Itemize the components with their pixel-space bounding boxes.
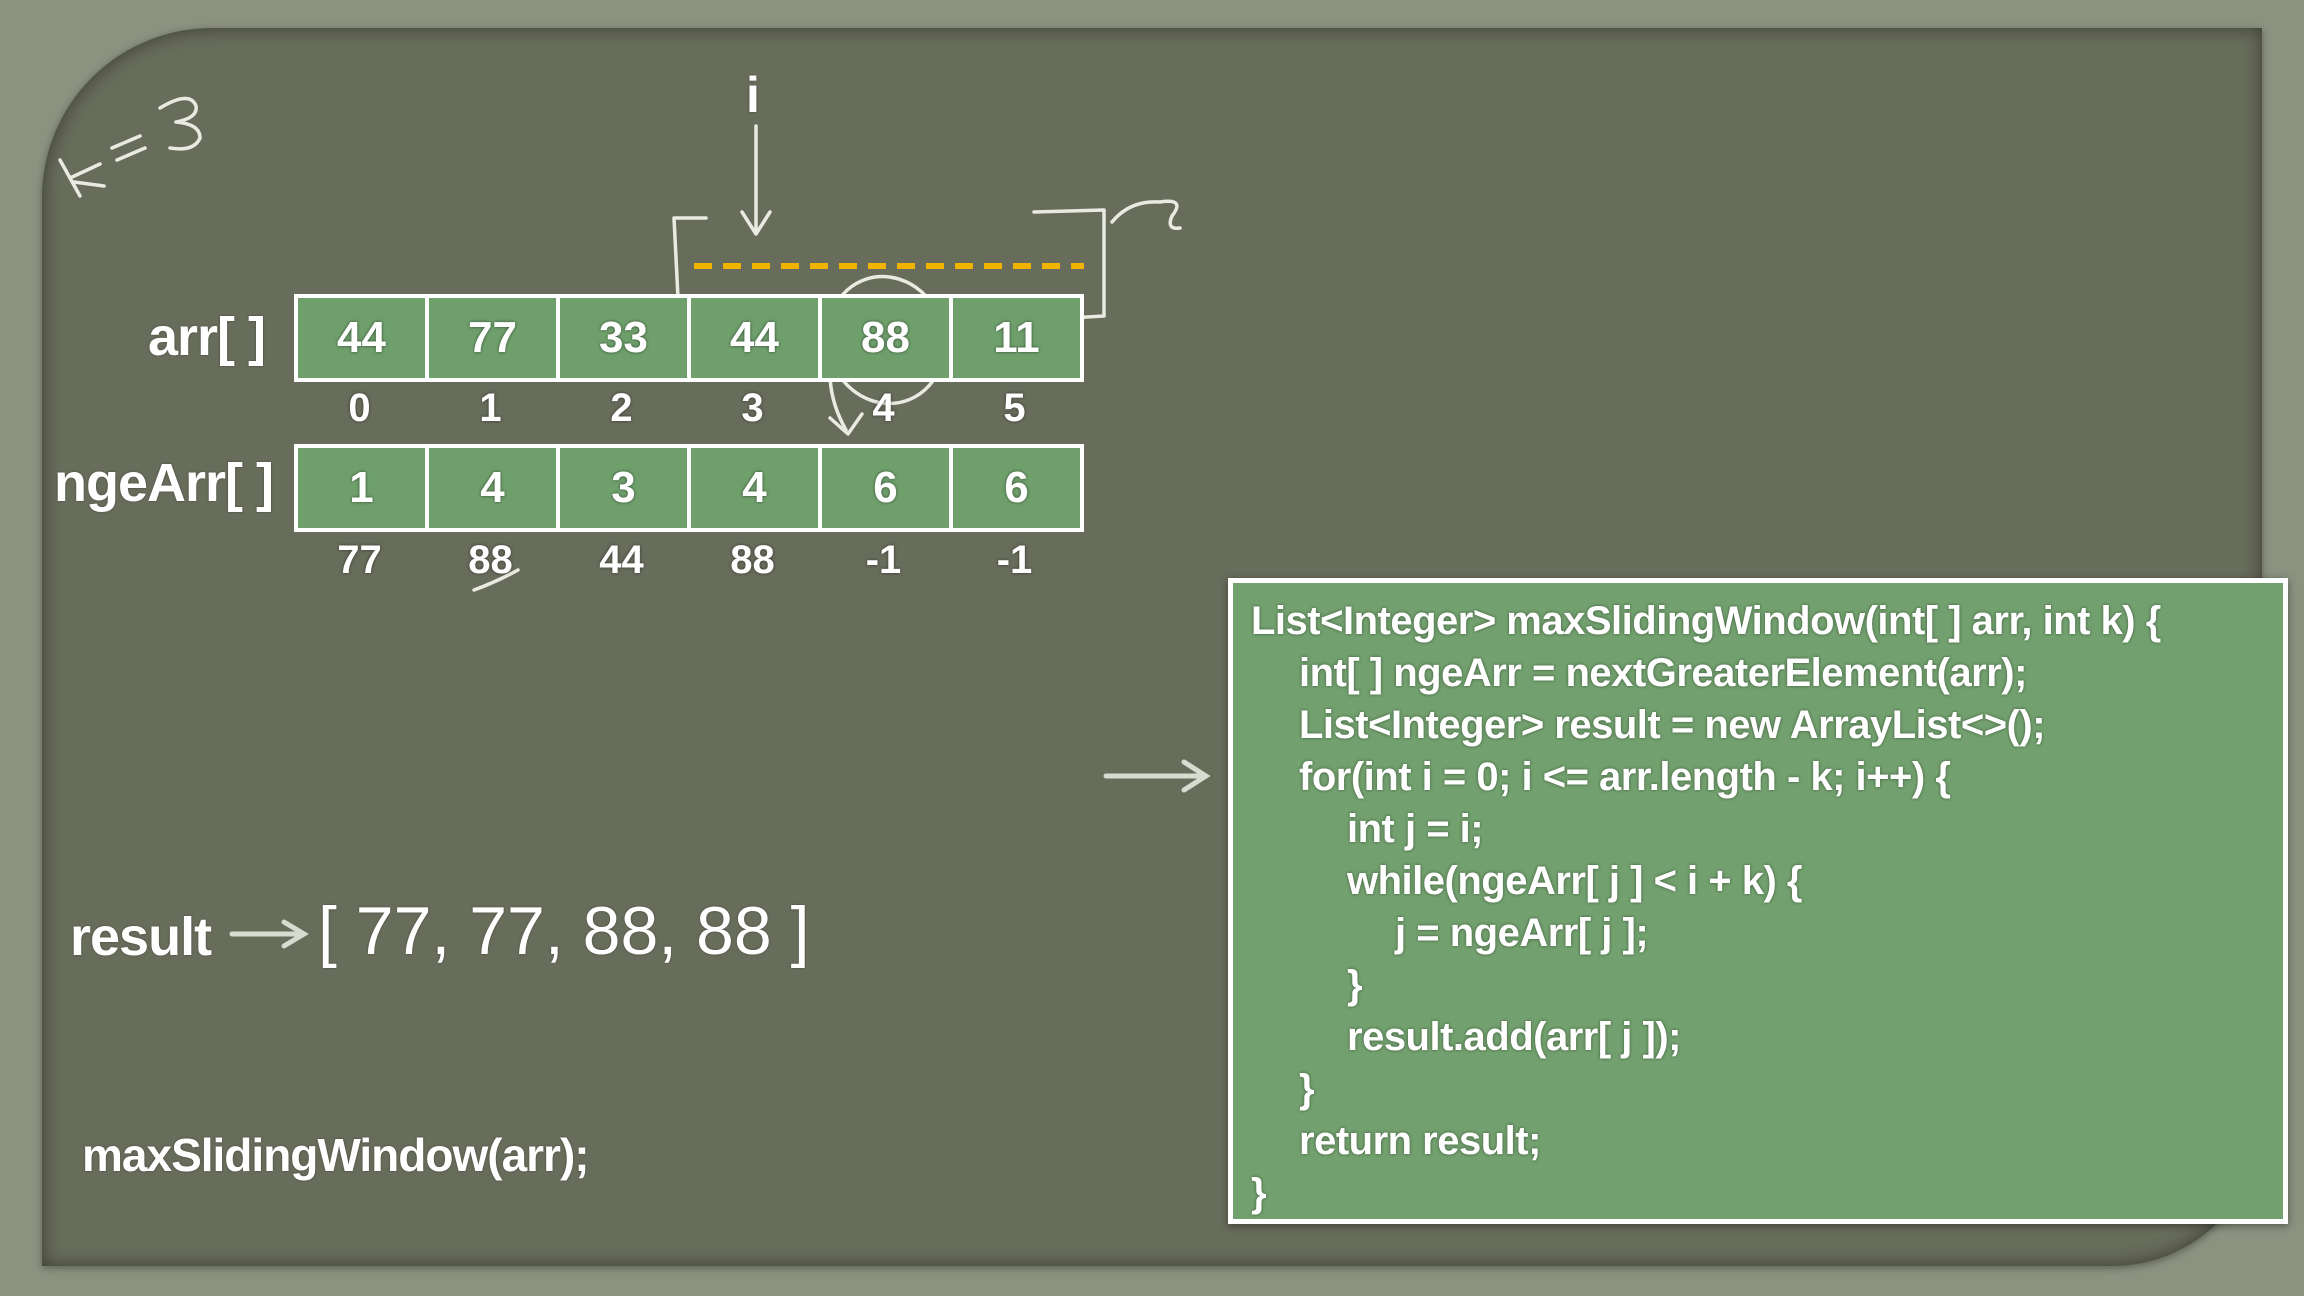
code-line: List<Integer> result = new ArrayList<>()… <box>1299 703 2046 747</box>
code-line: } <box>1251 1171 1267 1215</box>
index-label: 1 <box>479 386 502 430</box>
nge-cell: 6 <box>822 448 953 528</box>
code-line: j = ngeArr[ j ]; <box>1395 911 1649 955</box>
result-value: [ 77, 77, 88, 88 ] <box>318 893 810 969</box>
nge-element-value: -1 <box>865 538 902 582</box>
arr-cell: 44 <box>298 298 429 378</box>
pointer-label: i <box>746 67 760 123</box>
nge-array: 1 4 3 4 6 6 <box>294 444 1084 532</box>
index-label: 2 <box>610 386 633 430</box>
nge-cell: 3 <box>560 448 691 528</box>
nge-element-value: -1 <box>996 538 1033 582</box>
index-label: 5 <box>1003 386 1026 430</box>
code-line: while(ngeArr[ j ] < i + k) { <box>1347 859 1802 903</box>
nge-element-value: 77 <box>337 538 382 582</box>
nge-element-value: 88 <box>468 538 513 582</box>
nge-cell: 4 <box>691 448 822 528</box>
code-panel: List<Integer> maxSlidingWindow(int[ ] ar… <box>1228 578 2288 1224</box>
handwritten-k-equals-3 <box>58 96 202 198</box>
window-bracket-curl <box>1110 199 1182 230</box>
index-label: 0 <box>348 386 371 430</box>
code-line: int j = i; <box>1347 807 1484 851</box>
arr-label: arr[ ] <box>148 307 266 367</box>
nge-element-value: 44 <box>599 538 644 582</box>
code-line: int[ ] ngeArr = nextGreaterElement(arr); <box>1299 651 2027 695</box>
nge-label: ngeArr[ ] <box>54 453 274 513</box>
nge-element-value: 88 <box>730 538 775 582</box>
window-bracket-left <box>672 216 718 300</box>
arr-cell: 44 <box>691 298 822 378</box>
code-line: } <box>1299 1067 1315 1111</box>
arr-cell: 11 <box>993 313 1040 362</box>
index-label: 3 <box>741 386 764 430</box>
nge-value-row: 77 88 44 88 -1 -1 <box>294 538 1080 583</box>
nge-cell: 6 <box>1004 463 1029 512</box>
result-label: result <box>70 907 212 967</box>
arr-array: 44 77 33 44 88 11 <box>294 294 1084 382</box>
code-line: result.add(arr[ j ]); <box>1347 1015 1681 1059</box>
arr-cell: 88 <box>822 298 953 378</box>
index-label: 4 <box>872 386 895 430</box>
nge-cell: 4 <box>429 448 560 528</box>
code-line: List<Integer> maxSlidingWindow(int[ ] ar… <box>1251 599 2161 643</box>
nge-cell: 1 <box>298 448 429 528</box>
arr-cell: 33 <box>560 298 691 378</box>
code-line: for(int i = 0; i <= arr.length - k; i++)… <box>1299 755 1951 799</box>
code-line: } <box>1347 963 1363 1007</box>
function-call: maxSlidingWindow(arr); <box>82 1129 590 1181</box>
index-row: 0 1 2 3 4 5 <box>294 386 1080 431</box>
arr-cell: 77 <box>429 298 560 378</box>
code-line: return result; <box>1299 1119 1541 1163</box>
